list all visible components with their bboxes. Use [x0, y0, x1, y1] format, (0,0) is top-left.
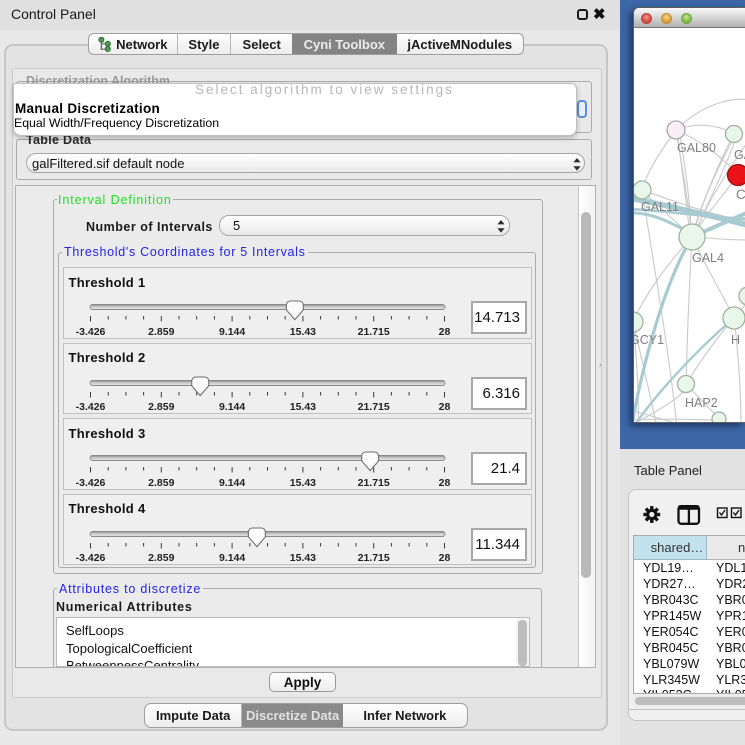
svg-text:GCY1: GCY1 — [634, 333, 664, 347]
svg-text:HAP2: HAP2 — [685, 396, 718, 410]
svg-text:GAL4: GAL4 — [692, 251, 724, 265]
svg-text:GAL80: GAL80 — [677, 141, 716, 155]
svg-text:GAL11: GAL11 — [641, 200, 679, 214]
svg-text:C: C — [736, 187, 745, 202]
svg-text:GA: GA — [734, 148, 745, 162]
svg-text:H: H — [731, 333, 740, 347]
